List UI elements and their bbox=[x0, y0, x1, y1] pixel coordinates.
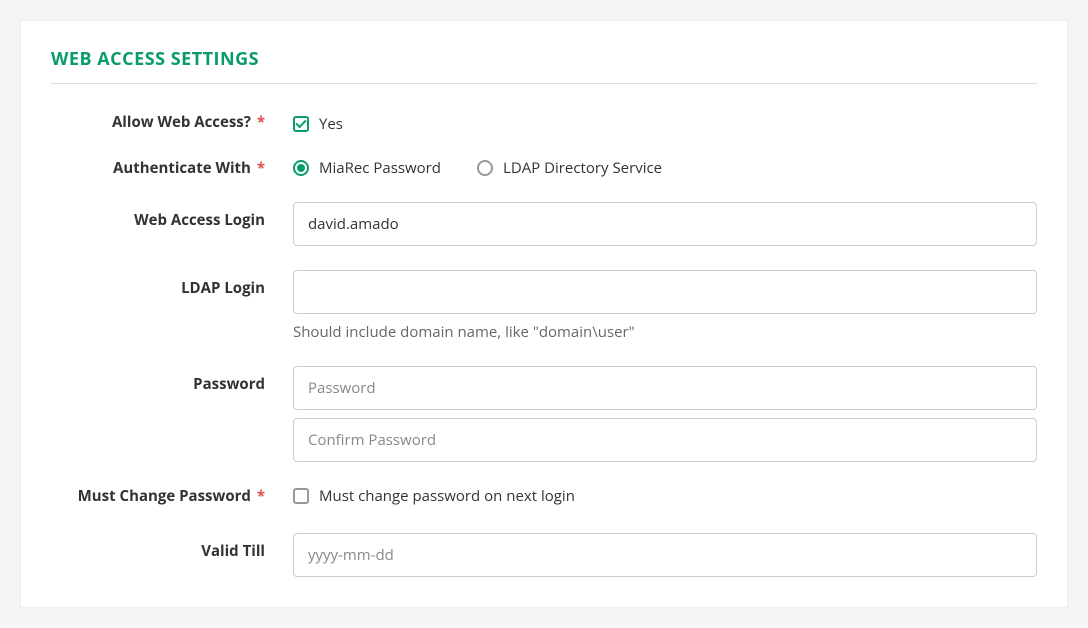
checkbox-icon bbox=[293, 488, 309, 504]
row-password: Password bbox=[51, 366, 1037, 462]
ldap-login-input[interactable] bbox=[293, 270, 1037, 314]
radio-ldap-label: LDAP Directory Service bbox=[503, 158, 662, 178]
must-change-password-text: Must change password on next login bbox=[319, 486, 575, 506]
label-web-access-login: Web Access Login bbox=[51, 202, 293, 230]
label-valid-till: Valid Till bbox=[51, 533, 293, 561]
required-star: * bbox=[253, 112, 265, 132]
ldap-login-help: Should include domain name, like "domain… bbox=[293, 322, 1037, 342]
label-ldap-login: LDAP Login bbox=[51, 270, 293, 298]
radio-icon bbox=[477, 160, 493, 176]
web-access-login-input[interactable] bbox=[293, 202, 1037, 246]
confirm-password-input[interactable] bbox=[293, 418, 1037, 462]
required-star: * bbox=[253, 486, 265, 506]
section-title: WEB ACCESS SETTINGS bbox=[51, 21, 1037, 84]
label-must-change-password: Must Change Password * bbox=[51, 486, 293, 506]
row-web-access-login: Web Access Login bbox=[51, 202, 1037, 246]
row-valid-till: Valid Till bbox=[51, 533, 1037, 577]
password-input[interactable] bbox=[293, 366, 1037, 410]
label-allow-web-access: Allow Web Access? * bbox=[51, 112, 293, 132]
label-authenticate-with: Authenticate With * bbox=[51, 158, 293, 178]
authenticate-with-radiogroup: MiaRec Password LDAP Directory Service bbox=[293, 158, 1037, 178]
label-password: Password bbox=[51, 366, 293, 394]
row-ldap-login: LDAP Login Should include domain name, l… bbox=[51, 270, 1037, 342]
valid-till-input[interactable] bbox=[293, 533, 1037, 577]
must-change-password-checkbox[interactable]: Must change password on next login bbox=[293, 486, 575, 506]
settings-card: WEB ACCESS SETTINGS Allow Web Access? * … bbox=[20, 20, 1068, 608]
allow-web-access-checkbox[interactable]: Yes bbox=[293, 114, 343, 134]
allow-web-access-text: Yes bbox=[319, 114, 343, 134]
radio-ldap-directory-service[interactable]: LDAP Directory Service bbox=[477, 158, 662, 178]
checkbox-icon bbox=[293, 116, 309, 132]
radio-miarec-label: MiaRec Password bbox=[319, 158, 441, 178]
row-allow-web-access: Allow Web Access? * Yes bbox=[51, 112, 1037, 134]
row-authenticate-with: Authenticate With * MiaRec Password LDAP… bbox=[51, 158, 1037, 178]
row-must-change-password: Must Change Password * Must change passw… bbox=[51, 486, 1037, 509]
required-star: * bbox=[253, 158, 265, 178]
radio-icon bbox=[293, 160, 309, 176]
radio-miarec-password[interactable]: MiaRec Password bbox=[293, 158, 441, 178]
